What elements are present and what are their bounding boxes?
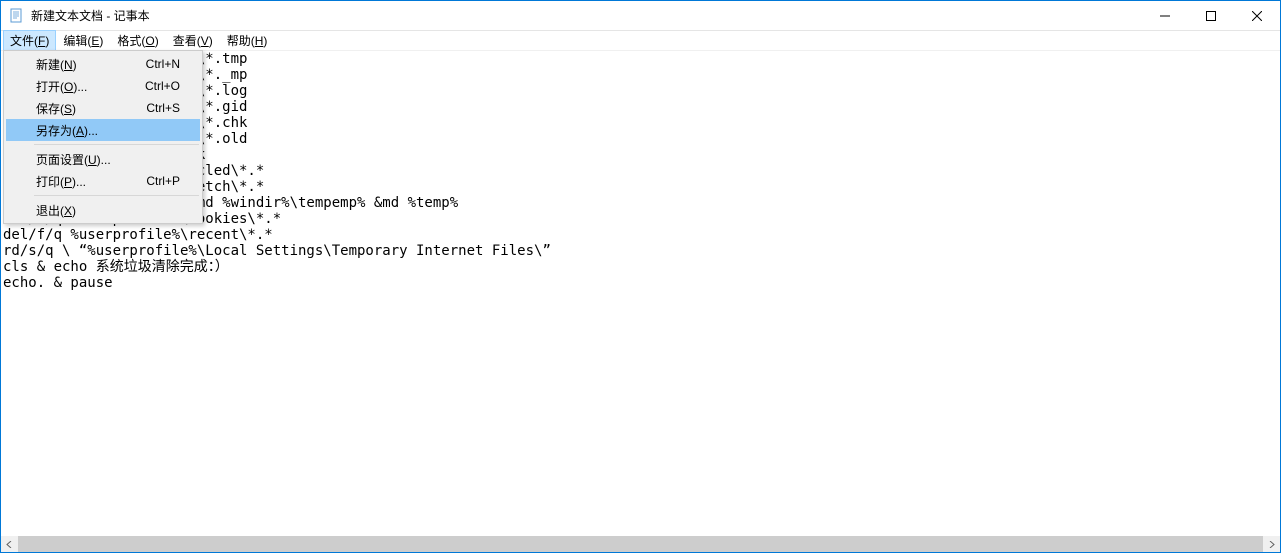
menu-page-setup[interactable]: 页面设置(U)... xyxy=(6,148,200,170)
app-icon xyxy=(9,8,25,24)
scroll-track[interactable] xyxy=(18,536,1263,552)
menu-page-setup-label: 页面设置(U)... xyxy=(36,151,111,168)
titlebar: 新建文本文档 - 记事本 xyxy=(1,1,1280,31)
file-menu-dropdown: 新建(N) Ctrl+N 打开(O)... Ctrl+O 保存(S) Ctrl+… xyxy=(3,50,203,224)
menu-help[interactable]: 帮助(H) xyxy=(220,30,275,51)
menu-separator xyxy=(34,195,199,196)
menu-edit[interactable]: 编辑(E) xyxy=(56,30,110,51)
menu-save-as[interactable]: 另存为(A)... xyxy=(6,119,200,141)
menu-new[interactable]: 新建(N) Ctrl+N xyxy=(6,53,200,75)
menu-open-label: 打开(O)... xyxy=(36,78,87,95)
menu-open[interactable]: 打开(O)... Ctrl+O xyxy=(6,75,200,97)
window-title: 新建文本文档 - 记事本 xyxy=(31,7,1142,24)
menu-format[interactable]: 格式(O) xyxy=(110,30,165,51)
close-button[interactable] xyxy=(1234,1,1280,30)
window-controls xyxy=(1142,1,1280,30)
scroll-right-button[interactable] xyxy=(1263,536,1280,552)
menu-save-shortcut: Ctrl+S xyxy=(146,101,180,115)
menu-save-label: 保存(S) xyxy=(36,100,76,117)
scroll-left-button[interactable] xyxy=(1,536,18,552)
menu-save-as-label: 另存为(A)... xyxy=(36,122,98,139)
menu-view[interactable]: 查看(V) xyxy=(166,30,220,51)
scroll-thumb[interactable] xyxy=(18,536,1263,552)
menu-save[interactable]: 保存(S) Ctrl+S xyxy=(6,97,200,119)
menu-print-shortcut: Ctrl+P xyxy=(146,174,180,188)
menu-exit-label: 退出(X) xyxy=(36,202,76,219)
maximize-button[interactable] xyxy=(1188,1,1234,30)
menu-new-label: 新建(N) xyxy=(36,56,77,73)
menubar: 文件(F) 编辑(E) 格式(O) 查看(V) 帮助(H) xyxy=(1,31,1280,51)
menu-file[interactable]: 文件(F) xyxy=(3,30,56,51)
horizontal-scrollbar[interactable] xyxy=(1,536,1280,552)
menu-exit[interactable]: 退出(X) xyxy=(6,199,200,221)
menu-print[interactable]: 打印(P)... Ctrl+P xyxy=(6,170,200,192)
menu-separator xyxy=(34,144,199,145)
menu-print-label: 打印(P)... xyxy=(36,173,86,190)
menu-open-shortcut: Ctrl+O xyxy=(145,79,180,93)
minimize-button[interactable] xyxy=(1142,1,1188,30)
menu-new-shortcut: Ctrl+N xyxy=(146,57,180,71)
